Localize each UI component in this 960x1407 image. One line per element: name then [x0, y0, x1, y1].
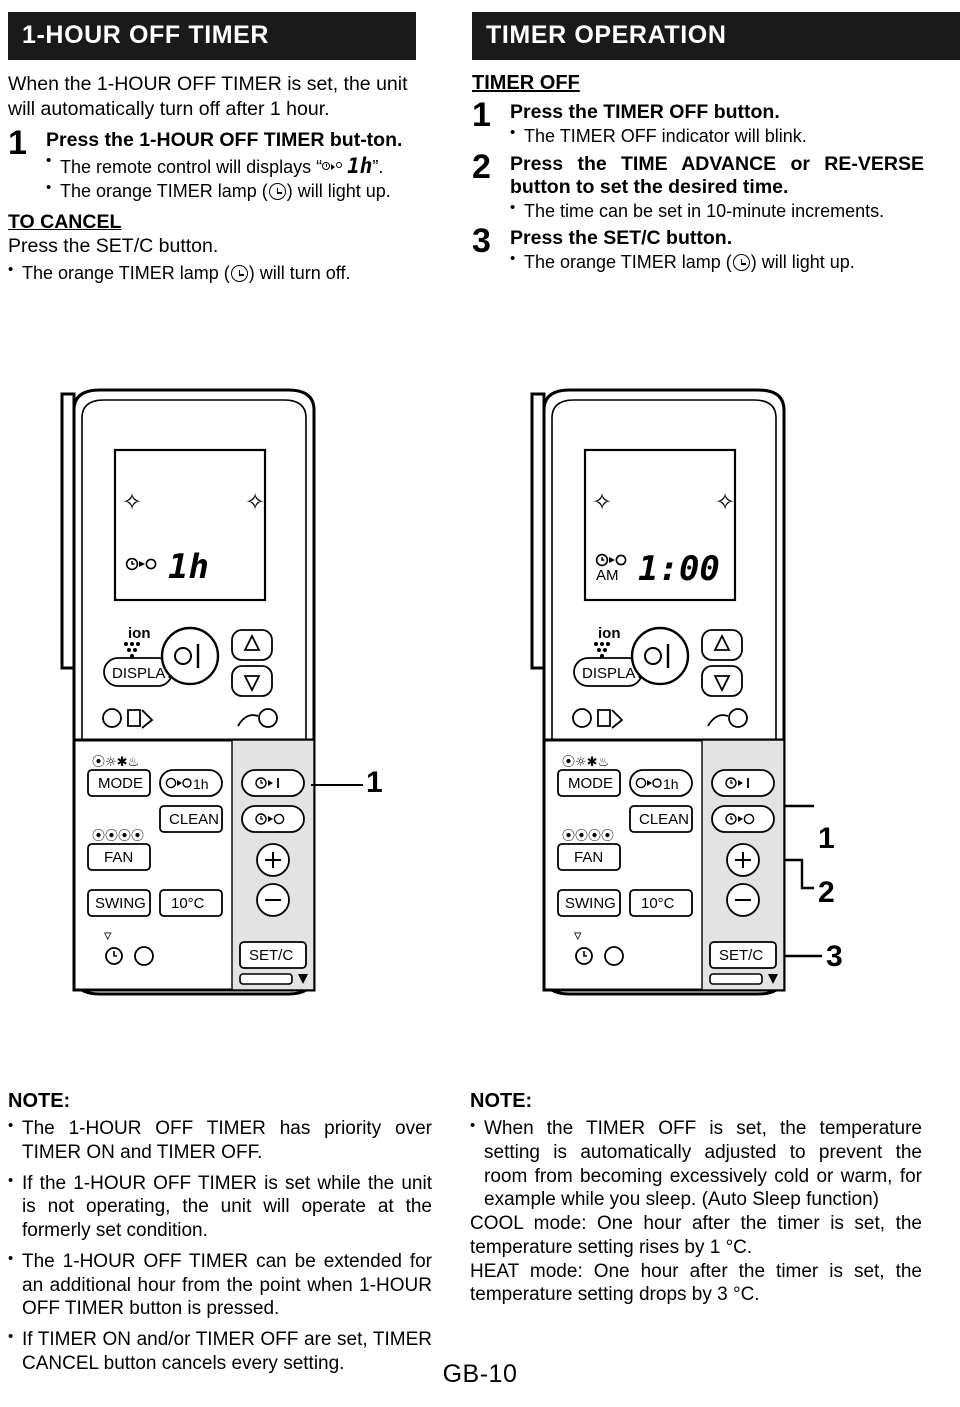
svg-text:FAN: FAN: [574, 849, 603, 866]
left-column-header: 1-HOUR OFF TIMER: [8, 12, 416, 60]
step-number: 1: [8, 123, 27, 162]
svg-text:ion: ion: [598, 625, 621, 642]
svg-text:10°C: 10°C: [171, 895, 205, 912]
remote-right-svg: ✧ ✧ AM 1:00 ion DISPLAY ⦿☼✱♨ MODE 1h CLE…: [530, 388, 822, 996]
right-step-2: 2 Press the TIME ADVANCE or RE-VERSE but…: [472, 147, 924, 223]
note-line-cool: COOL mode: One hour after the timer is s…: [470, 1213, 922, 1258]
bullet-text-post: ) will turn off.: [248, 263, 351, 283]
bullet-display: The remote control will displays “ 1h”.: [46, 152, 432, 179]
right-column: TIMER OFF 1 Press the TIMER OFF button. …: [472, 72, 924, 277]
bullet-lamp: The orange TIMER lamp ( ) will light up.: [46, 179, 432, 203]
lcd-1h-glyph: 1h: [347, 153, 373, 178]
callout-left-1: 1: [366, 766, 383, 799]
left-column: When the 1-HOUR OFF TIMER is set, the un…: [8, 72, 432, 285]
timer-lamp-icon: [230, 265, 248, 282]
step-number: 2: [472, 147, 491, 186]
callout-right-3: 3: [826, 940, 843, 973]
step-bullets: The remote control will displays “ 1h”. …: [46, 152, 432, 203]
step-title: Press the 1-HOUR OFF TIMER but-ton.: [46, 128, 403, 151]
svg-text:1h: 1h: [193, 776, 209, 792]
right-step-1: 1 Press the TIMER OFF button. The TIMER …: [472, 96, 924, 148]
svg-text:CLEAN: CLEAN: [169, 811, 219, 828]
note-item: If the 1-HOUR OFF TIMER is set while the…: [8, 1172, 432, 1243]
note-item: The 1-HOUR OFF TIMER has priority over T…: [8, 1117, 432, 1165]
bullet-text-pre: The remote control will displays “: [60, 156, 323, 177]
svg-text:10°C: 10°C: [641, 895, 675, 912]
note-item: The 1-HOUR OFF TIMER can be extended for…: [8, 1250, 432, 1321]
step-title: Press the TIME ADVANCE or RE-VERSE butto…: [510, 152, 924, 198]
step-number: 1: [472, 96, 491, 134]
svg-text:✧: ✧: [715, 488, 735, 516]
bullet-text-post: ) will light up.: [286, 181, 391, 202]
svg-text:FAN: FAN: [104, 849, 133, 866]
remote-control-illustration-left: ✧ ✧ 1h ion DISPLAY ⦿☼✱♨ MODE 1h CLEAN ⦿⦿…: [60, 388, 360, 1003]
left-step-1: 1 Press the 1-HOUR OFF TIMER but-ton. Th…: [8, 123, 432, 203]
notes-title: NOTE:: [470, 1090, 533, 1112]
svg-text:⦿⦿⦿⦿: ⦿⦿⦿⦿: [562, 829, 614, 844]
to-cancel-instruction: Press the SET/C button.: [8, 234, 219, 257]
remote-control-illustration-right: ✧ ✧ AM 1:00 ion DISPLAY ⦿☼✱♨ MODE 1h CLE…: [530, 388, 830, 1003]
left-intro-text: When the 1-HOUR OFF TIMER is set, the un…: [8, 73, 408, 120]
step-bullet: The TIMER OFF indicator will blink.: [510, 124, 924, 148]
callout-right-1: 1: [818, 822, 835, 855]
svg-text:CLEAN: CLEAN: [639, 811, 689, 828]
svg-text:⦿☼✱♨: ⦿☼✱♨: [92, 755, 139, 770]
to-cancel-heading: TO CANCEL: [8, 210, 122, 233]
svg-text:✧: ✧: [592, 488, 612, 516]
svg-text:⦿⦿⦿⦿: ⦿⦿⦿⦿: [92, 829, 144, 844]
lcd-value-right: 1:00: [638, 549, 720, 589]
svg-text:ion: ion: [128, 625, 151, 642]
bullet-text-post: ”.: [372, 156, 384, 177]
right-step-3: 3 Press the SET/C button. The orange TIM…: [472, 222, 924, 274]
right-notes: NOTE: When the TIMER OFF is set, the tem…: [470, 1090, 922, 1307]
svg-text:SWING: SWING: [565, 895, 616, 912]
svg-text:1h: 1h: [663, 776, 679, 792]
svg-text:✧: ✧: [122, 488, 142, 516]
step-number: 3: [472, 222, 491, 260]
svg-text:✧: ✧: [245, 488, 265, 516]
svg-text:MODE: MODE: [568, 775, 613, 792]
step-bullet: The time can be set in 10-minute increme…: [510, 199, 924, 223]
step-title: Press the TIMER OFF button.: [510, 101, 780, 123]
lcd-ampm-right: AM: [596, 567, 619, 584]
svg-text:⦿☼✱♨: ⦿☼✱♨: [562, 755, 609, 770]
bullet-text-post: ) will light up.: [750, 252, 855, 272]
svg-text:SWING: SWING: [95, 895, 146, 912]
svg-text:SET/C: SET/C: [719, 947, 763, 964]
timer-off-subheading: TIMER OFF: [472, 72, 580, 94]
note-line-heat: HEAT mode: One hour after the timer is s…: [470, 1260, 922, 1306]
svg-text:▿: ▿: [104, 926, 112, 944]
remote-left-svg: ✧ ✧ 1h ion DISPLAY ⦿☼✱♨ MODE 1h CLEAN ⦿⦿…: [60, 388, 316, 996]
svg-text:MODE: MODE: [98, 775, 143, 792]
left-notes: NOTE: The 1-HOUR OFF TIMER has priority …: [8, 1090, 432, 1383]
svg-text:SET/C: SET/C: [249, 947, 293, 964]
callout-leader-left: [311, 784, 363, 786]
timer-lamp-icon: [732, 254, 750, 271]
callout-right-2: 2: [818, 876, 835, 909]
page-number: GB-10: [442, 1360, 518, 1388]
bullet-text-pre: The orange TIMER lamp (: [524, 252, 732, 272]
bullet-text-pre: The orange TIMER lamp (: [22, 263, 230, 283]
manual-page: 1-HOUR OFF TIMER TIMER OPERATION When th…: [0, 0, 960, 1407]
note-item: When the TIMER OFF is set, the temperatu…: [470, 1117, 922, 1212]
timer-arrow-icon: [322, 161, 343, 172]
bullet-text-pre: The orange TIMER lamp (: [60, 181, 268, 202]
svg-text:▿: ▿: [574, 926, 582, 944]
step-title: Press the SET/C button.: [510, 227, 733, 249]
step-bullet: The orange TIMER lamp ( ) will light up.: [510, 250, 924, 274]
right-column-header: TIMER OPERATION: [472, 12, 960, 60]
to-cancel-bullet: The orange TIMER lamp ( ) will turn off.: [8, 261, 432, 285]
notes-title: NOTE:: [8, 1090, 71, 1112]
timer-lamp-icon: [268, 183, 286, 201]
lcd-value-left: 1h: [168, 547, 209, 587]
